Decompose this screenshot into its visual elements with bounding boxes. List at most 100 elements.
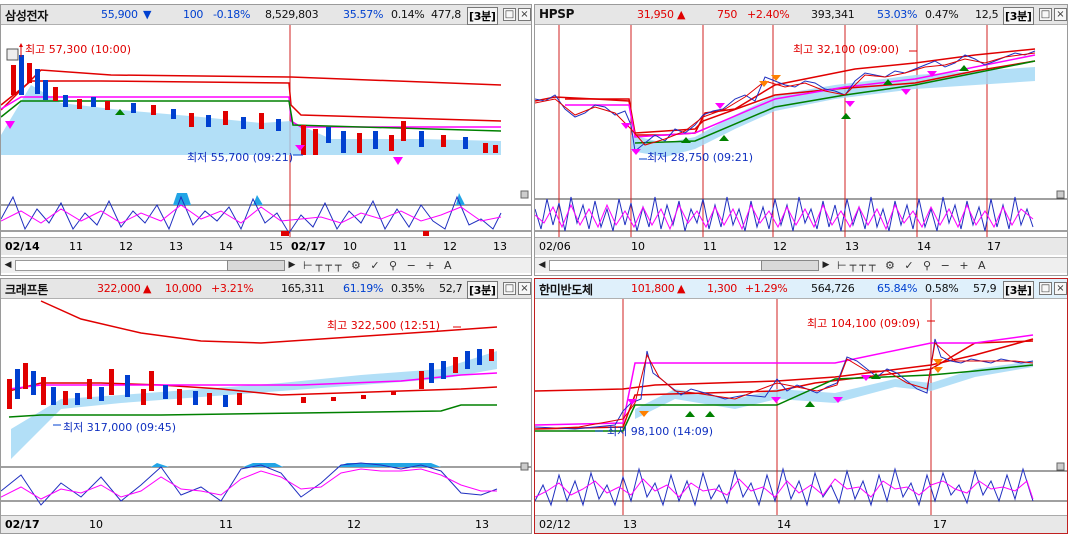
current-price: 31,950 (637, 8, 674, 21)
change-rate: +2.40% (747, 8, 790, 21)
close-icon[interactable]: × (518, 282, 531, 295)
x-tick: 15 (269, 240, 283, 253)
interval-button[interactable]: [3분] (467, 281, 498, 299)
pane-header: HPSP 31,950 ▲ 750 +2.40% 393,341 53.03% … (535, 5, 1067, 25)
price-chart[interactable] (1, 299, 531, 461)
zoom-out-button[interactable]: − (407, 259, 419, 272)
x-axis: 02/14 11 12 13 14 15 02/17 10 11 12 13 (1, 237, 531, 255)
extra-value: 477,8 (431, 8, 461, 21)
magnifier-icon[interactable]: ⚲ (389, 259, 400, 272)
crosshair-icon[interactable]: ✓ (904, 259, 916, 272)
x-tick: 13 (623, 518, 637, 531)
price-direction-icon: ▲ (677, 282, 686, 295)
restore-icon[interactable]: □ (503, 8, 516, 21)
turnover: 0.35% (391, 282, 425, 295)
pane-header: 크래프톤 322,000 ▲ 10,000 +3.21% 165,311 61.… (1, 279, 531, 299)
chart-pane-samsung[interactable]: 삼성전자 55,900 ▼ 100 -0.18% 8,529,803 35.57… (0, 4, 532, 276)
stock-name[interactable]: HPSP (539, 7, 574, 21)
zoom-slider-icon[interactable]: ⊢┬┬┬ (837, 259, 878, 272)
interval-button[interactable]: [3분] (1003, 7, 1034, 25)
oscillator-chart[interactable] (1, 461, 531, 515)
zoom-out-button[interactable]: − (941, 259, 953, 272)
horizontal-scrollbar[interactable]: ◀ ▶ ⊢┬┬┬ ⚙ ✓ ⚲ − + A (1, 257, 531, 273)
oscillator-chart[interactable] (535, 461, 1067, 515)
turnover: 0.47% (925, 8, 959, 21)
current-price: 101,800 (631, 282, 675, 295)
restore-icon[interactable]: □ (1039, 8, 1052, 21)
x-tick: 02/17 (5, 518, 40, 531)
volume: 165,311 (281, 282, 325, 295)
chart-pane-hpsp[interactable]: HPSP 31,950 ▲ 750 +2.40% 393,341 53.03% … (534, 4, 1068, 276)
close-icon[interactable]: × (518, 8, 531, 21)
x-tick: 02/12 (539, 518, 571, 531)
price-change: 750 (717, 8, 738, 21)
x-tick: 12 (773, 240, 787, 253)
close-icon[interactable]: × (1054, 282, 1067, 295)
x-axis: 02/06 10 11 12 13 14 17 (535, 237, 1067, 255)
scroll-right-icon[interactable]: ▶ (286, 259, 298, 272)
scroll-thumb[interactable] (761, 260, 819, 271)
scroll-right-icon[interactable]: ▶ (820, 259, 832, 272)
price-direction-icon: ▲ (143, 282, 152, 295)
scroll-left-icon[interactable]: ◀ (536, 259, 548, 272)
x-tick: 02/14 (5, 240, 40, 253)
price-change: 1,300 (707, 282, 737, 295)
price-change: 10,000 (165, 282, 202, 295)
turnover: 0.58% (925, 282, 959, 295)
x-tick: 13 (845, 240, 859, 253)
x-tick: 11 (69, 240, 83, 253)
x-tick: 13 (169, 240, 183, 253)
magnifier-icon[interactable]: ⚲ (923, 259, 934, 272)
interval-button[interactable]: [3분] (1003, 281, 1034, 299)
turnover: 0.14% (391, 8, 425, 21)
volume-ratio: 61.19% (343, 282, 384, 295)
x-tick: 10 (89, 518, 103, 531)
zoom-slider-icon[interactable]: ⊢┬┬┬ (303, 259, 344, 272)
stock-name[interactable]: 한미반도체 (539, 281, 593, 298)
stock-name[interactable]: 삼성전자 (5, 7, 48, 24)
settings-icon[interactable]: ⚙ (885, 259, 898, 272)
x-tick: 11 (219, 518, 233, 531)
x-tick: 02/17 (291, 240, 326, 253)
chart-pane-krafton[interactable]: 크래프톤 322,000 ▲ 10,000 +3.21% 165,311 61.… (0, 278, 532, 534)
interval-button[interactable]: [3분] (467, 7, 498, 25)
zoom-in-button[interactable]: + (959, 259, 971, 272)
text-tool-button[interactable]: A (978, 259, 989, 272)
crosshair-icon[interactable]: ✓ (370, 259, 382, 272)
x-tick: 14 (219, 240, 233, 253)
pane-header: 한미반도체 101,800 ▲ 1,300 +1.29% 564,726 65.… (535, 279, 1067, 299)
x-axis: 02/12 13 14 17 (535, 515, 1067, 533)
zoom-in-button[interactable]: + (425, 259, 437, 272)
price-change: 100 (183, 8, 204, 21)
scroll-thumb[interactable] (227, 260, 285, 271)
change-rate: +3.21% (211, 282, 254, 295)
restore-icon[interactable]: □ (503, 282, 516, 295)
extra-value: 57,9 (973, 282, 997, 295)
x-tick: 17 (933, 518, 947, 531)
oscillator-chart[interactable] (535, 189, 1067, 237)
change-rate: +1.29% (745, 282, 788, 295)
high-price-label: 최고 322,500 (12:51) (327, 319, 441, 332)
x-tick: 12 (347, 518, 361, 531)
chart-pane-hanmi[interactable]: 한미반도체 101,800 ▲ 1,300 +1.29% 564,726 65.… (534, 278, 1068, 534)
x-tick: 12 (119, 240, 133, 253)
x-tick: 11 (393, 240, 407, 253)
toolbar: ⊢┬┬┬ ⚙ ✓ ⚲ − + A (303, 259, 455, 273)
settings-icon[interactable]: ⚙ (351, 259, 364, 272)
volume-ratio: 35.57% (343, 8, 384, 21)
restore-icon[interactable]: □ (1039, 282, 1052, 295)
x-tick: 11 (703, 240, 717, 253)
change-rate: -0.18% (213, 8, 251, 21)
stock-name[interactable]: 크래프톤 (5, 281, 48, 298)
x-tick: 02/06 (539, 240, 571, 253)
text-tool-button[interactable]: A (444, 259, 455, 272)
volume: 564,726 (811, 282, 855, 295)
volume: 8,529,803 (265, 8, 319, 21)
horizontal-scrollbar[interactable]: ◀ ▶ ⊢┬┬┬ ⚙ ✓ ⚲ − + A (535, 257, 1067, 273)
scroll-left-icon[interactable]: ◀ (2, 259, 14, 272)
low-price-label: 최저 317,000 (09:45) (63, 421, 177, 434)
price-direction-icon: ▼ (143, 8, 152, 21)
close-icon[interactable]: × (1054, 8, 1067, 21)
oscillator-chart[interactable] (1, 189, 531, 237)
current-price: 322,000 (97, 282, 141, 295)
